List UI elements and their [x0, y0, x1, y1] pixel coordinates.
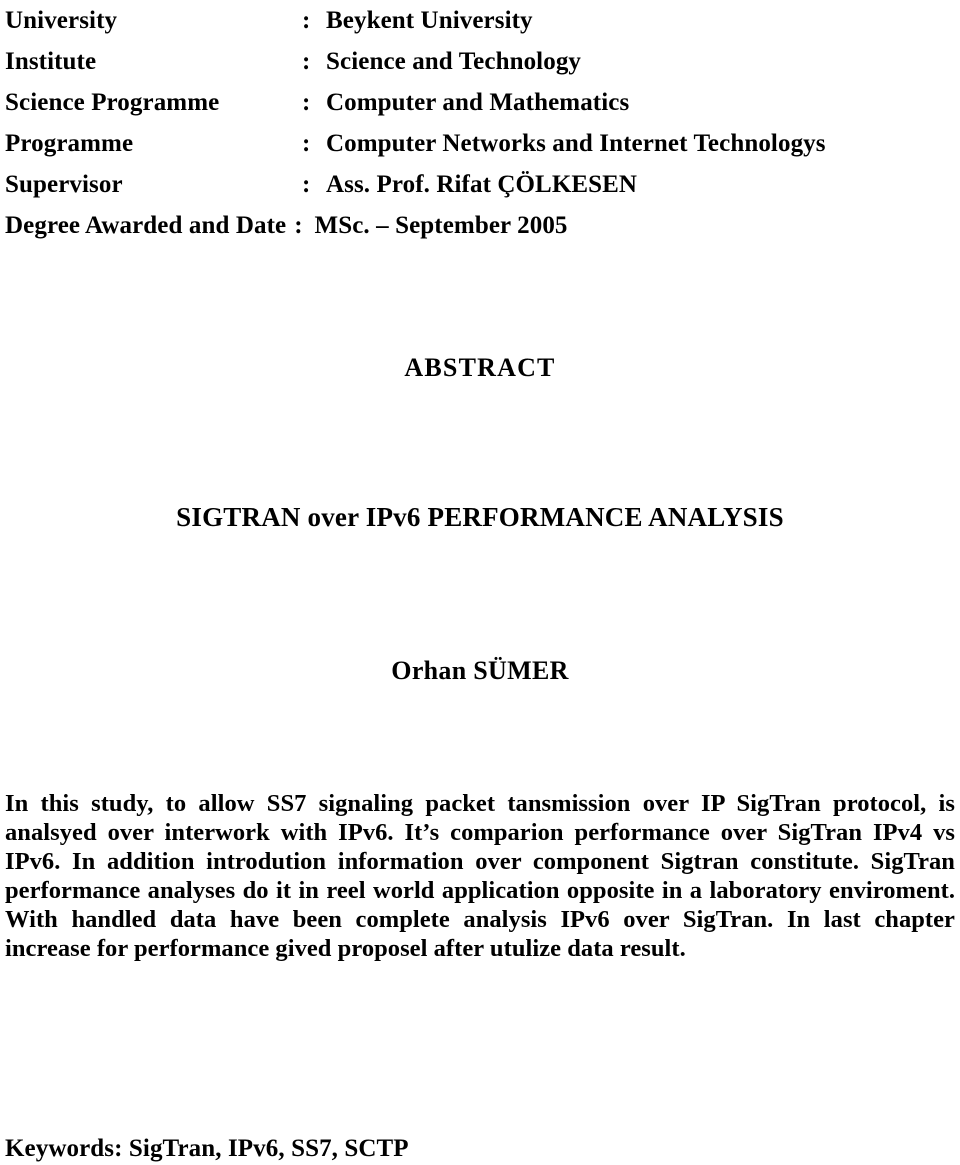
metadata-separator-programme: :: [302, 130, 311, 157]
metadata-label-university: University: [5, 7, 118, 34]
metadata-separator-degree-awarded-and-date: :: [294, 212, 303, 239]
page-title: SIGTRAN over IPv6 PERFORMANCE ANALYSIS: [176, 502, 784, 532]
metadata-separator-supervisor: :: [302, 171, 311, 198]
metadata-separator-institute: :: [302, 48, 311, 75]
metadata-row-science-programme: Science Programme : Computer and Mathema…: [5, 82, 955, 123]
metadata-value-programme: Computer Networks and Internet Technolog…: [326, 130, 826, 157]
metadata-value-institute: Science and Technology: [326, 48, 582, 75]
keywords-line: Keywords: SigTran, IPv6, SS7, SCTP: [5, 1135, 409, 1162]
document-page: University : Beykent University Institut…: [0, 0, 960, 1165]
metadata-row-supervisor: Supervisor : Ass. Prof. Rifat ÇÖLKESEN: [5, 164, 955, 205]
metadata-value-supervisor: Ass. Prof. Rifat ÇÖLKESEN: [326, 171, 638, 198]
abstract-body-paragraph: In this study, to allow SS7 signaling pa…: [5, 790, 955, 962]
metadata-value-degree-awarded-and-date: MSc. – September 2005: [314, 212, 568, 239]
metadata-value-university: Beykent University: [326, 7, 533, 34]
metadata-row-university: University : Beykent University: [5, 0, 955, 41]
metadata-label-institute: Institute: [5, 48, 97, 75]
thesis-metadata-block: University : Beykent University Institut…: [5, 0, 955, 246]
author-name: Orhan SÜMER: [391, 656, 569, 685]
metadata-row-programme: Programme : Computer Networks and Intern…: [5, 123, 955, 164]
metadata-separator-university: :: [302, 7, 311, 34]
metadata-label-science-programme: Science Programme: [5, 89, 220, 116]
abstract-heading: ABSTRACT: [404, 353, 556, 382]
metadata-label-programme: Programme: [5, 130, 134, 157]
metadata-row-institute: Institute : Science and Technology: [5, 41, 955, 82]
metadata-separator-science-programme: :: [302, 89, 311, 116]
metadata-label-supervisor: Supervisor: [5, 171, 123, 198]
metadata-value-science-programme: Computer and Mathematics: [326, 89, 630, 116]
metadata-row-degree-awarded-and-date: Degree Awarded and Date : MSc. – Septemb…: [5, 205, 955, 246]
metadata-label-degree-awarded-and-date: Degree Awarded and Date: [5, 212, 287, 239]
